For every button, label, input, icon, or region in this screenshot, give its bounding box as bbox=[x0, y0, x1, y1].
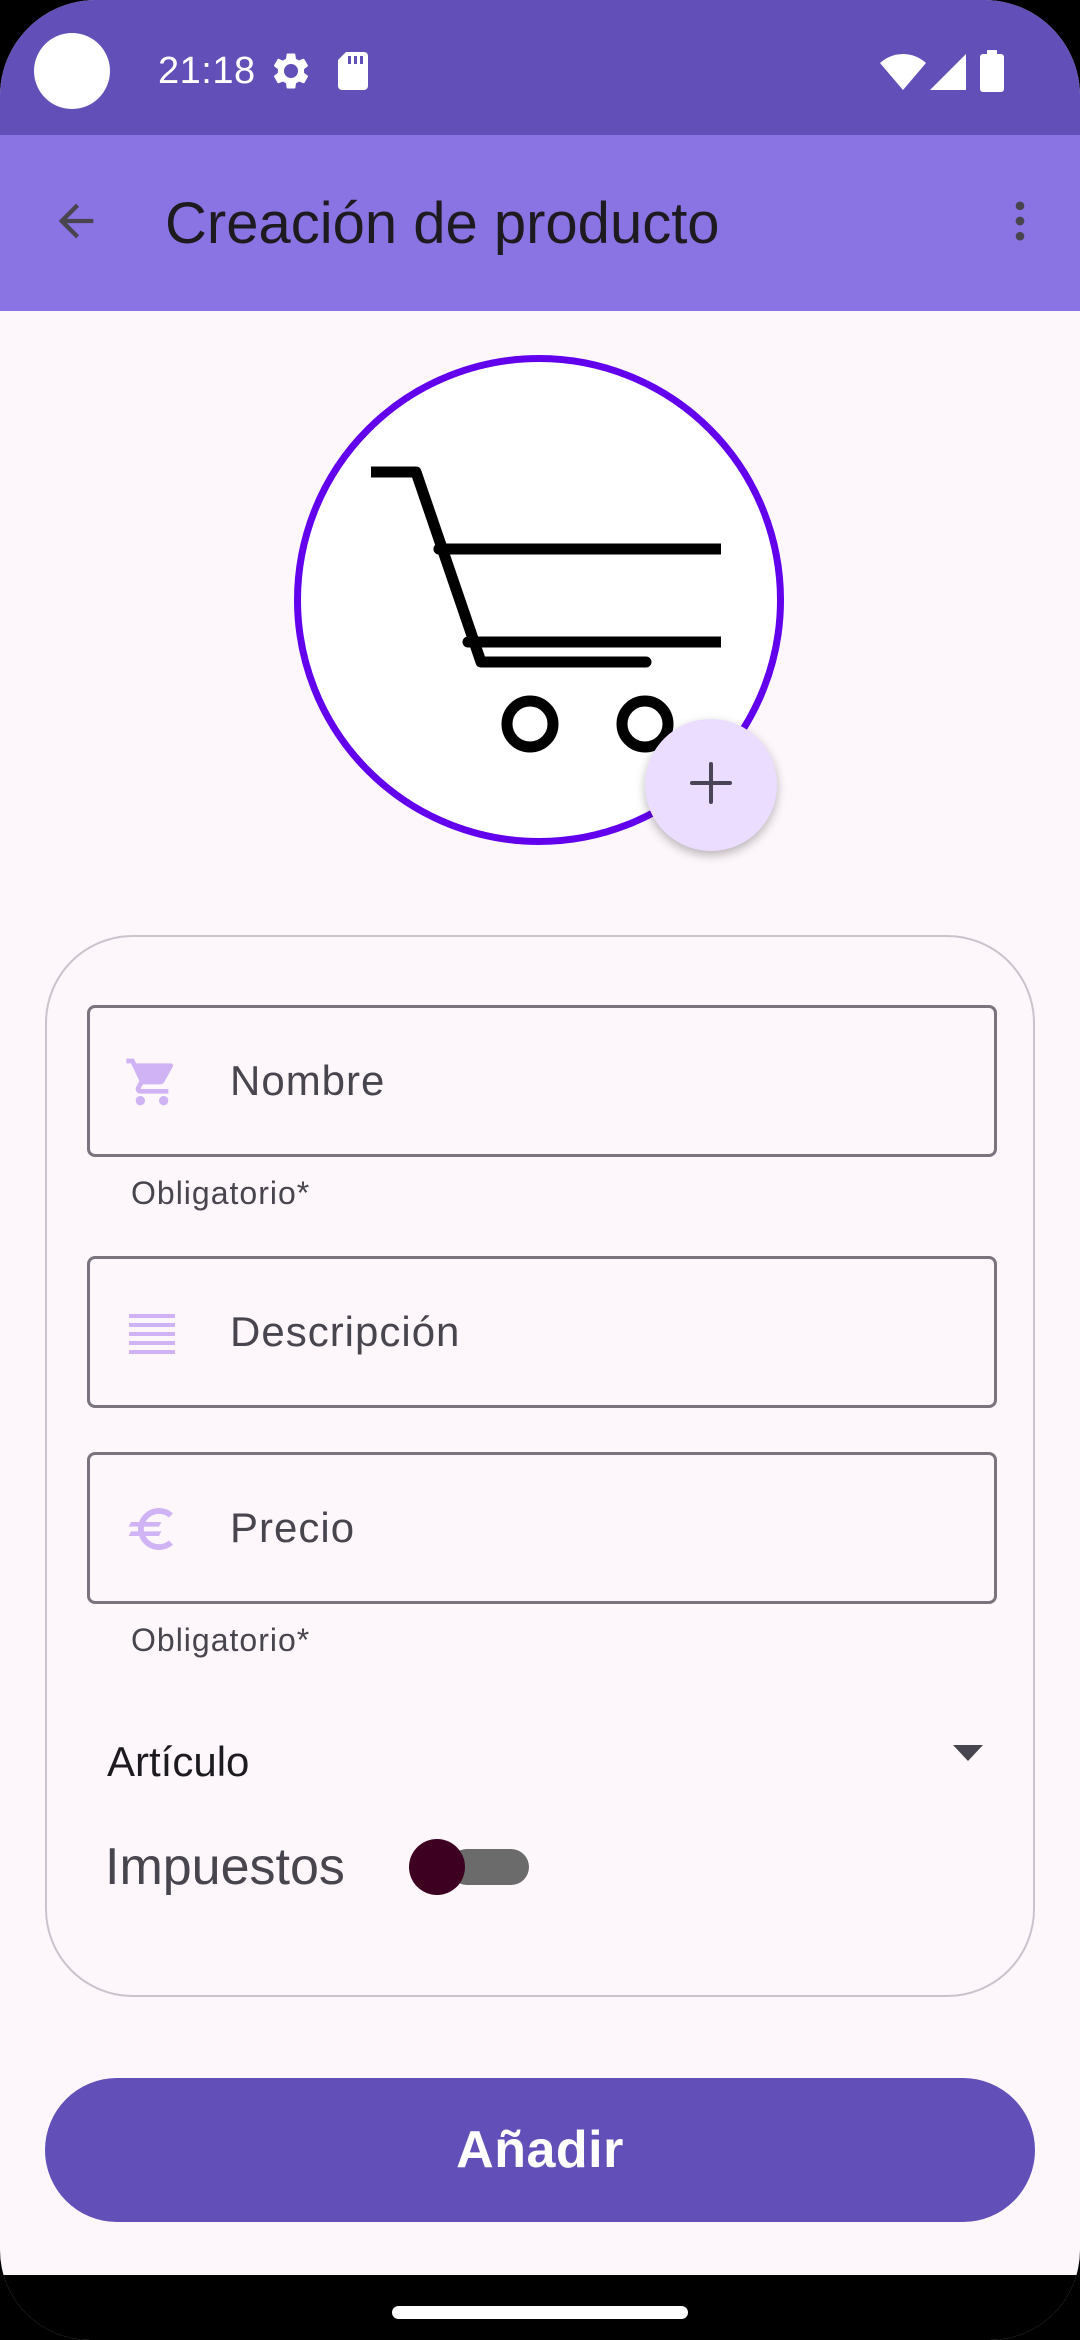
name-helper-text: Obligatorio* bbox=[131, 1175, 311, 1211]
more-options-button[interactable] bbox=[980, 183, 1060, 263]
navigation-bar bbox=[0, 2275, 1080, 2340]
euro-icon bbox=[124, 1501, 180, 1557]
taxes-label: Impuestos bbox=[105, 1838, 345, 1896]
settings-gear-icon bbox=[270, 50, 312, 97]
description-input[interactable] bbox=[230, 1259, 970, 1405]
status-bar: 21:18 bbox=[0, 0, 1080, 135]
status-time: 21:18 bbox=[158, 50, 256, 92]
home-indicator[interactable] bbox=[392, 2306, 688, 2319]
add-image-button[interactable] bbox=[645, 719, 777, 851]
taxes-switch[interactable] bbox=[409, 1837, 559, 1897]
sd-card-icon bbox=[338, 52, 368, 95]
arrow-back-icon bbox=[50, 195, 102, 252]
product-type-select[interactable]: Artículo bbox=[87, 1707, 997, 1807]
price-input[interactable] bbox=[230, 1455, 970, 1601]
app-bar: Creación de producto bbox=[0, 135, 1080, 311]
screen: 21:18 Creación de producto Nombre Obliga… bbox=[0, 0, 1080, 2340]
wifi-icon bbox=[880, 54, 926, 95]
price-field[interactable] bbox=[87, 1452, 997, 1604]
camera-cutout bbox=[34, 33, 110, 109]
product-form-card: Obligatorio* bbox=[45, 935, 1035, 1997]
add-button[interactable]: Añadir bbox=[45, 2078, 1035, 2222]
shopping-cart-icon bbox=[124, 1054, 180, 1110]
battery-icon bbox=[980, 50, 1004, 97]
cell-signal-icon bbox=[930, 54, 966, 95]
dropdown-arrow-icon bbox=[953, 1745, 983, 1766]
back-button[interactable] bbox=[36, 183, 116, 263]
plus-icon bbox=[688, 760, 734, 811]
page-title: Creación de producto bbox=[165, 191, 720, 256]
product-type-value: Artículo bbox=[107, 1738, 250, 1785]
description-field[interactable] bbox=[87, 1256, 997, 1408]
price-helper-text: Obligatorio* bbox=[131, 1622, 311, 1658]
name-input[interactable] bbox=[230, 1008, 970, 1154]
notes-lines-icon bbox=[124, 1305, 180, 1361]
switch-thumb bbox=[409, 1839, 465, 1895]
more-vertical-icon bbox=[994, 195, 1046, 252]
name-field[interactable] bbox=[87, 1005, 997, 1157]
